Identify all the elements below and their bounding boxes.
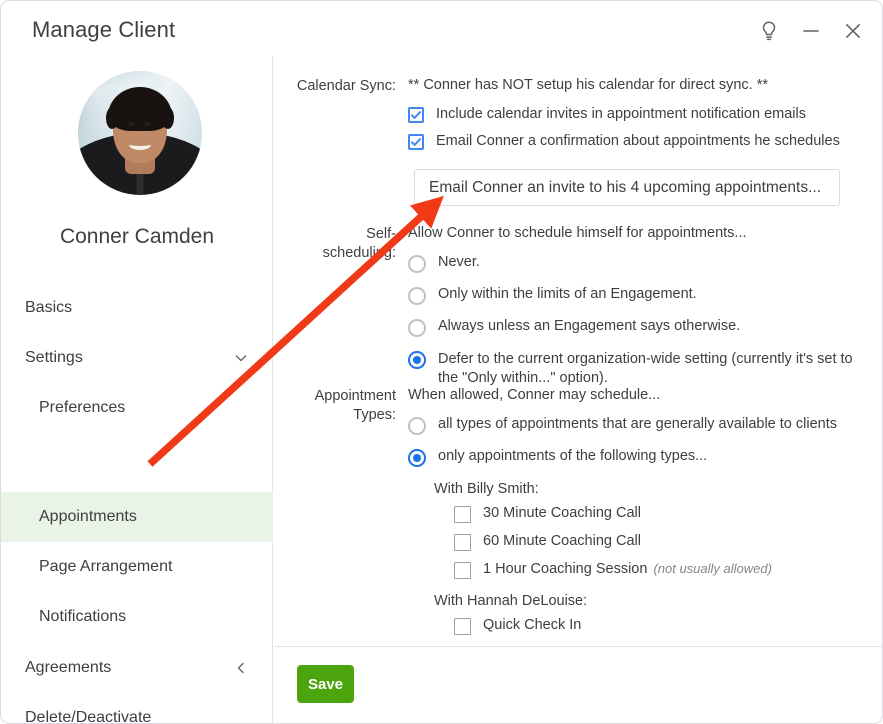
checkbox-label: 1 Hour Coaching Session	[483, 561, 648, 577]
radio-icon	[408, 287, 426, 305]
sidebar-item-appointments[interactable]: Appointments	[1, 492, 273, 542]
sidebar-item-label: Agreements	[25, 659, 112, 676]
self-scheduling-label-line1: Self-	[366, 226, 396, 242]
checkbox-label: Email Conner a confirmation about appoin…	[436, 133, 840, 149]
checkbox-label: Include calendar invites in appointment …	[436, 106, 806, 122]
appointment-group-heading: With Billy Smith:	[434, 481, 539, 497]
sidebar-item-delete-deactivate[interactable]: Delete/Deactivate	[1, 693, 273, 724]
checkbox-icon	[454, 562, 471, 579]
manage-client-window: Manage Client Conner Camden Basics Setti…	[0, 0, 883, 724]
save-button[interactable]: Save	[297, 665, 354, 703]
self-scheduling-label-line2: scheduling:	[322, 245, 396, 261]
radio-label: all types of appointments that are gener…	[438, 416, 837, 432]
radio-only-within-engagement[interactable]: Only within the limits of an Engagement.	[408, 286, 878, 305]
sidebar-item-label: Settings	[25, 349, 83, 366]
avatar	[78, 71, 202, 195]
checkbox-note: (not usually allowed)	[653, 561, 772, 576]
radio-only-following-types[interactable]: only appointments of the following types…	[408, 448, 878, 467]
calendar-sync-label: Calendar Sync:	[296, 78, 396, 94]
checkbox-email-confirmation[interactable]: Email Conner a confirmation about appoin…	[408, 133, 878, 150]
radio-all-appointment-types[interactable]: all types of appointments that are gener…	[408, 416, 878, 435]
radio-never[interactable]: Never.	[408, 254, 878, 273]
checkbox-icon	[408, 134, 424, 150]
checkbox-quick-check-in[interactable]: Quick Check In	[454, 617, 878, 635]
sidebar-item-label: Notifications	[39, 608, 127, 625]
window-titlebar: Manage Client	[1, 1, 882, 57]
self-scheduling-body: Allow Conner to schedule himself for app…	[408, 225, 878, 401]
sidebar-item-label: Appointments	[39, 508, 137, 525]
sidebar-item-notifications[interactable]: Notifications	[1, 592, 273, 642]
appointment-types-label-line2: Types:	[353, 407, 396, 423]
radio-label: only appointments of the following types…	[438, 448, 708, 464]
radio-label: Never.	[438, 254, 480, 270]
checkbox-icon	[408, 107, 424, 123]
checkbox-label: 30 Minute Coaching Call	[483, 505, 641, 521]
sidebar-item-label: Page Arrangement	[39, 558, 173, 575]
checkbox-1-hour-coaching-session[interactable]: 1 Hour Coaching Session (not usually all…	[454, 561, 878, 579]
appointment-types-label-line1: Appointment	[314, 388, 396, 404]
chevron-left-icon	[233, 660, 249, 676]
sidebar-item-label: Delete/Deactivate	[25, 709, 152, 724]
radio-icon	[408, 319, 426, 337]
sidebar-item-preferences[interactable]: Preferences	[1, 383, 273, 433]
close-icon[interactable]	[837, 15, 869, 47]
self-scheduling-label: Self- scheduling:	[274, 225, 396, 263]
radio-always-unless-engagement[interactable]: Always unless an Engagement says otherwi…	[408, 318, 878, 337]
appointment-group-heading: With Hannah DeLouise:	[434, 593, 588, 609]
appointment-types-label: Appointment Types:	[274, 387, 396, 425]
checkbox-30-minute-coaching-call[interactable]: 30 Minute Coaching Call	[454, 505, 878, 523]
sidebar-item-basics[interactable]: Basics	[1, 283, 273, 333]
sidebar-item-settings[interactable]: Settings	[1, 333, 273, 383]
radio-defer-to-organization[interactable]: Defer to the current organization-wide s…	[408, 350, 878, 388]
chevron-down-icon	[233, 350, 249, 366]
page-title: Manage Client	[32, 17, 176, 42]
appointment-types-prompt: When allowed, Conner may schedule...	[408, 387, 661, 403]
radio-icon	[408, 351, 426, 369]
checkbox-icon	[454, 618, 471, 635]
client-sidebar: Conner Camden Basics Settings Preference…	[1, 57, 273, 724]
hint-icon[interactable]	[753, 15, 785, 47]
calendar-sync-notice: ** Conner has NOT setup his calendar for…	[408, 77, 768, 93]
sidebar-item-label: Preferences	[39, 399, 126, 416]
radio-label: Always unless an Engagement says otherwi…	[438, 318, 741, 334]
checkbox-icon	[454, 506, 471, 523]
radio-icon	[408, 255, 426, 273]
sidebar-item-agreements[interactable]: Agreements	[1, 643, 273, 693]
client-name: Conner Camden	[59, 225, 215, 248]
email-invite-button[interactable]: Email Conner an invite to his 4 upcoming…	[414, 169, 840, 206]
self-scheduling-prompt: Allow Conner to schedule himself for app…	[408, 225, 747, 241]
radio-label: Only within the limits of an Engagement.	[438, 286, 697, 302]
checkbox-icon	[454, 534, 471, 551]
checkbox-label: 60 Minute Coaching Call	[483, 533, 641, 549]
minimize-icon[interactable]	[795, 15, 827, 47]
checkbox-include-calendar-invites[interactable]: Include calendar invites in appointment …	[408, 106, 878, 123]
radio-label: Defer to the current organization-wide s…	[438, 351, 853, 386]
checkbox-60-minute-coaching-call[interactable]: 60 Minute Coaching Call	[454, 533, 878, 551]
radio-icon	[408, 417, 426, 435]
radio-icon	[408, 449, 426, 467]
sidebar-item-label: Basics	[25, 299, 73, 316]
sidebar-item-page-arrangement[interactable]: Page Arrangement	[1, 542, 273, 592]
checkbox-label: Quick Check In	[483, 617, 582, 633]
footer-divider	[274, 646, 882, 647]
appointment-types-body: When allowed, Conner may schedule... all…	[408, 387, 878, 646]
calendar-sync-body: ** Conner has NOT setup his calendar for…	[408, 77, 878, 160]
appointments-settings-panel: Calendar Sync: ** Conner has NOT setup h…	[274, 57, 882, 646]
